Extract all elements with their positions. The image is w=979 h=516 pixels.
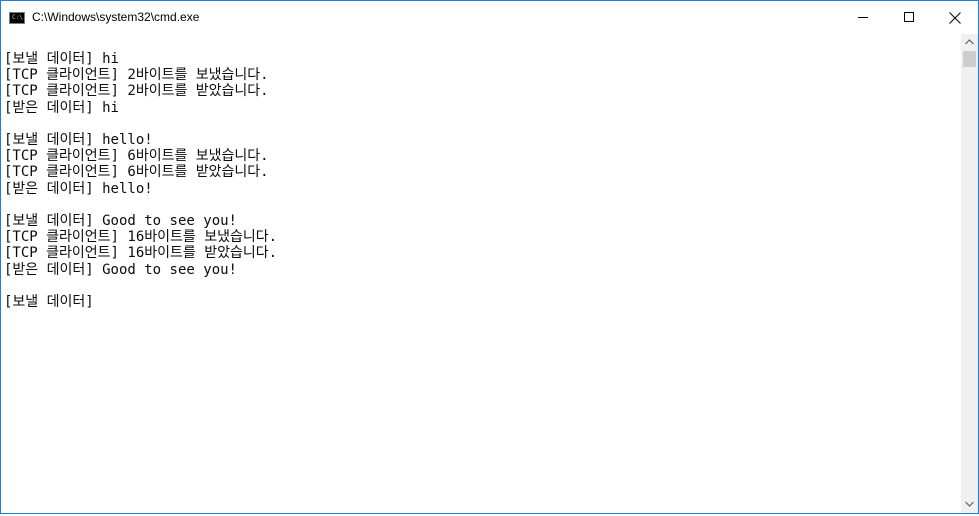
- minimize-icon: [858, 17, 868, 18]
- console-line: [TCP 클라이언트] 16바이트를 보냈습니다.: [4, 229, 278, 246]
- console-line: [TCP 클라이언트] 6바이트를 보냈습니다.: [4, 148, 269, 165]
- vertical-scrollbar[interactable]: [961, 34, 978, 513]
- arrow-down-icon: [965, 501, 974, 507]
- console-line: [받은 데이터] Good to see you!: [4, 261, 237, 278]
- maximize-icon: [904, 12, 914, 22]
- console-line: [보낼 데이터] hi: [4, 51, 119, 67]
- window-title: C:\Windows\system32\cmd.exe: [32, 10, 200, 24]
- scroll-down-button[interactable]: [961, 496, 978, 513]
- close-icon: [949, 12, 961, 24]
- title-bar[interactable]: C:\. C:\Windows\system32\cmd.exe: [1, 1, 978, 34]
- console-line: [보낼 데이터]: [4, 294, 94, 310]
- scroll-up-button[interactable]: [961, 34, 978, 51]
- cmd-icon[interactable]: C:\.: [9, 12, 27, 24]
- console-line: [TCP 클라이언트] 2바이트를 보냈습니다.: [4, 67, 269, 84]
- console-line: [보낼 데이터] hello!: [4, 132, 153, 148]
- console-line: [보낼 데이터] Good to see you!: [4, 213, 237, 229]
- console-line: [받은 데이터] hi: [4, 99, 119, 116]
- console-line: [TCP 클라이언트] 2바이트를 받았습니다.: [4, 83, 269, 100]
- console-line: [받은 데이터] hello!: [4, 180, 153, 197]
- cmd-icon-prompt: C:\.: [12, 14, 27, 21]
- scroll-thumb[interactable]: [963, 51, 976, 67]
- minimize-button[interactable]: [840, 1, 886, 34]
- console-line: [TCP 클라이언트] 16바이트를 받았습니다.: [4, 245, 278, 262]
- maximize-button[interactable]: [886, 1, 932, 34]
- console-line: [TCP 클라이언트] 6바이트를 받았습니다.: [4, 164, 269, 181]
- console-output[interactable]: [보낼 데이터] hi [TCP 클라이언트] 2바이트를 보냈습니다. [TCP …: [2, 34, 961, 513]
- cmd-window: C:\. C:\Windows\system32\cmd.exe [보낼 데이터…: [0, 0, 979, 514]
- close-button[interactable]: [932, 1, 978, 34]
- arrow-up-icon: [965, 39, 974, 45]
